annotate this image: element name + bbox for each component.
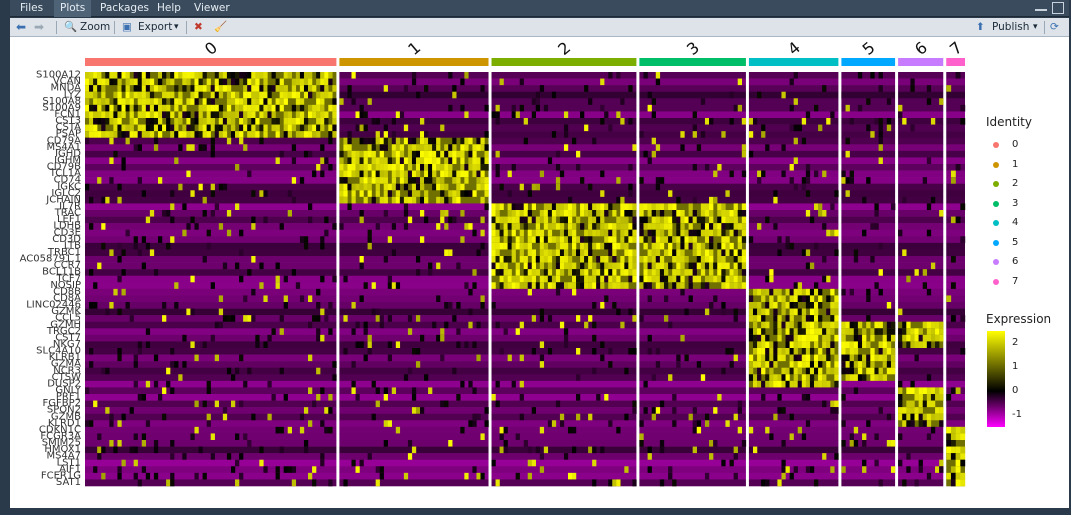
expression-colorbar — [987, 331, 1005, 427]
expression-tick-label: -1 — [1012, 409, 1022, 420]
identity-legend-label: 3 — [1012, 197, 1019, 209]
identity-legend-dot — [993, 259, 999, 265]
forward-arrow-icon[interactable]: ➡ — [34, 19, 44, 36]
cluster-bar-5 — [841, 58, 896, 66]
identity-legend-label: 5 — [1012, 236, 1019, 248]
expression-legend-title: Expression — [986, 312, 1052, 326]
identity-legend-label: 2 — [1012, 178, 1019, 189]
publish-icon[interactable]: ⬆ — [976, 19, 985, 36]
identity-legend-dot — [993, 220, 999, 226]
identity-legend-label: 4 — [1012, 217, 1019, 228]
identity-legend-dot — [993, 200, 999, 207]
identity-legend-label: 0 — [1012, 139, 1019, 150]
clear-all-broom-icon[interactable]: 🧹 — [214, 19, 227, 36]
rstudio-viewer-pane: Files Plots Packages Help Viewer ⬅ ➡ 🔍 Z… — [0, 0, 1071, 515]
identity-legend-label: 6 — [1012, 256, 1019, 267]
tab-files[interactable]: Files — [14, 0, 49, 17]
cluster-label-0: 0 — [201, 38, 221, 59]
cluster-bar-4 — [748, 58, 839, 66]
refresh-icon[interactable]: ⟳ — [1050, 19, 1059, 36]
maximize-icon[interactable] — [1052, 2, 1064, 14]
identity-legend-label: 7 — [1012, 275, 1019, 287]
pane-tab-bar: Files Plots Packages Help Viewer — [10, 0, 1069, 17]
back-arrow-icon[interactable]: ⬅ — [16, 19, 26, 36]
cluster-label-1: 1 — [404, 38, 424, 59]
identity-legend-dot — [993, 161, 999, 168]
minimize-icon[interactable] — [1035, 2, 1047, 11]
cluster-bar-0 — [85, 58, 337, 66]
cluster-bar-3 — [639, 58, 746, 66]
identity-legend-label: 1 — [1012, 158, 1019, 170]
cluster-label-2: 2 — [554, 38, 574, 59]
publish-button[interactable]: Publish — [992, 19, 1029, 36]
zoom-button[interactable]: Zoom — [80, 19, 110, 36]
export-icon[interactable]: ▣ — [122, 19, 132, 36]
gene-label: SAT1 — [56, 477, 81, 488]
cluster-bar-2 — [491, 58, 637, 66]
export-button[interactable]: Export — [138, 19, 172, 36]
remove-plot-icon[interactable]: ✖ — [194, 19, 203, 36]
cluster-label-4: 4 — [784, 38, 804, 59]
tab-plots[interactable]: Plots — [54, 0, 92, 17]
identity-legend-dot — [993, 142, 999, 148]
cluster-bar-7 — [946, 58, 965, 66]
zoom-icon[interactable]: 🔍 — [64, 19, 77, 36]
cluster-label-6: 6 — [911, 38, 931, 59]
identity-legend-title: Identity — [986, 115, 1032, 129]
expression-tick-label: 0 — [1012, 385, 1019, 396]
cluster-label-7: 7 — [946, 38, 966, 59]
heatmap-chart: 0 1 2 3 4 5 6 7S100A12VCANMNDALYZS100A8S100A9FC… — [20, 38, 966, 488]
plots-toolbar: ⬅ ➡ 🔍 Zoom ▣ Export ▾ ✖ 🧹 ⬆ Publish ▾ ⟳ — [10, 18, 1069, 37]
plot-area: 0 1 2 3 4 5 6 7 S100A12 VCAN MNDA LYZ S100A8 S100A9 FC… — [10, 37, 1069, 508]
cluster-label-3: 3 — [683, 38, 703, 59]
identity-legend-dot — [993, 278, 999, 285]
cluster-label-5: 5 — [859, 38, 879, 59]
tab-viewer[interactable]: Viewer — [188, 0, 236, 17]
expression-tick-label: 1 — [1012, 361, 1019, 372]
identity-legend-dot — [993, 181, 999, 187]
expression-tick-label: 2 — [1012, 337, 1019, 348]
export-dropdown-icon[interactable]: ▾ — [174, 19, 179, 36]
tab-help[interactable]: Help — [151, 0, 187, 17]
tab-packages[interactable]: Packages — [94, 0, 155, 17]
cluster-bar-1 — [339, 58, 489, 66]
identity-legend-dot — [993, 239, 999, 246]
cluster-bar-6 — [898, 58, 944, 66]
publish-dropdown-icon[interactable]: ▾ — [1033, 19, 1038, 36]
